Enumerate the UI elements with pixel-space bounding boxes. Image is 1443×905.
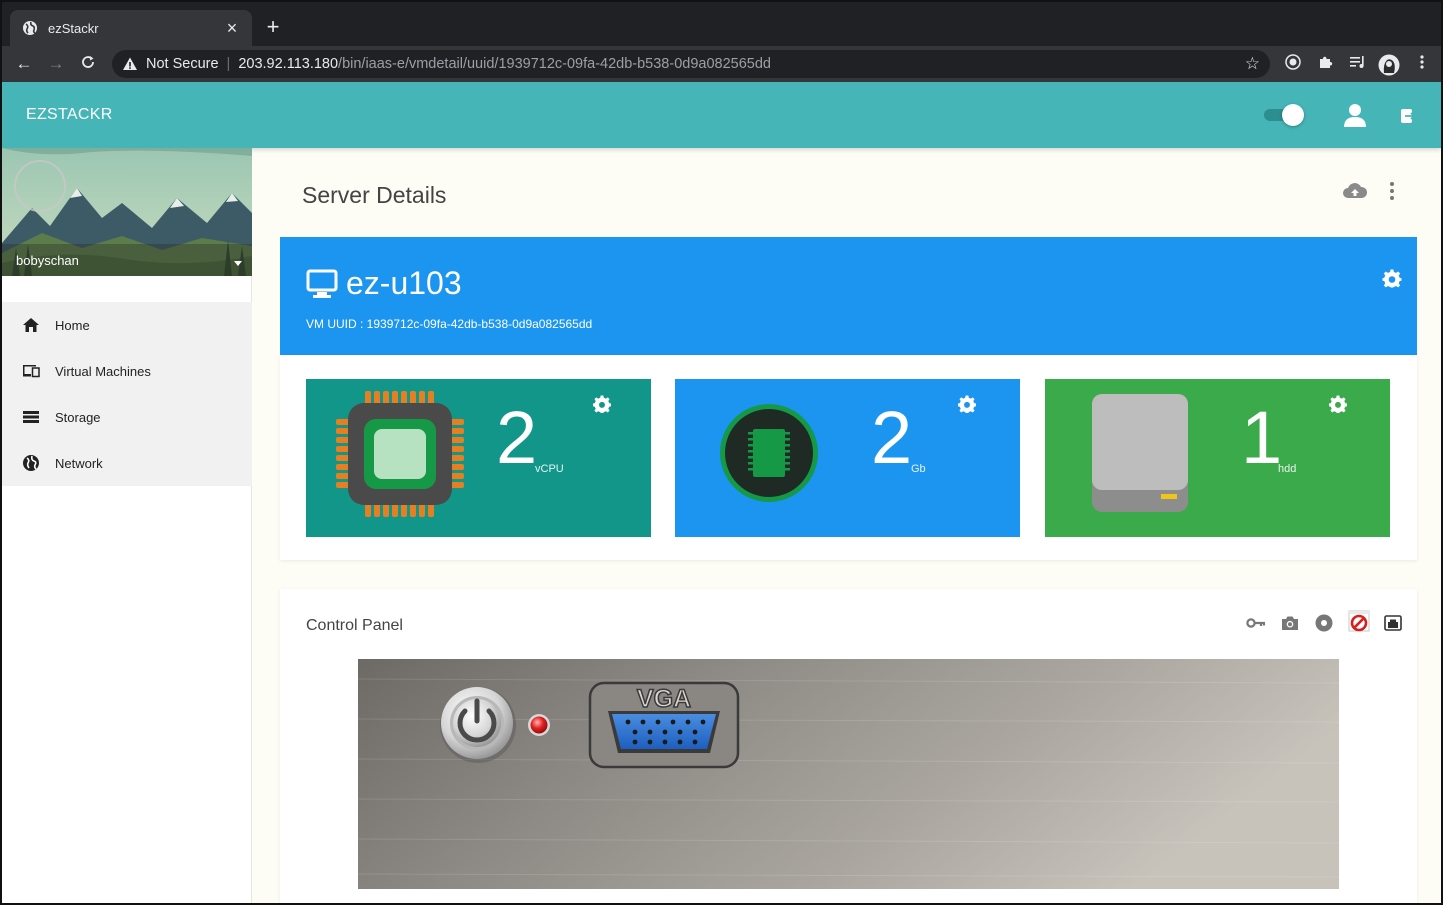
console-icon[interactable] [1383,613,1403,633]
brand-logo-text[interactable]: EZSTACKR [26,106,113,124]
sidebar-item-home[interactable]: Home [2,302,252,348]
power-led [530,716,548,734]
avatar[interactable] [14,160,66,212]
vcpu-value: 2 [496,396,538,479]
power-button[interactable] [440,687,516,763]
extensions-puzzle-icon[interactable] [1315,54,1337,75]
control-panel-title: Control Panel [306,617,403,634]
back-icon[interactable]: ← [8,54,40,74]
profile-banner: bobyschan [2,148,252,276]
forward-icon[interactable]: → [40,54,72,74]
hard-disk-icon [1092,394,1188,512]
devices-icon [23,365,40,378]
url-separator: | [226,56,231,72]
storage-icon [23,411,39,423]
browser-toolbar: ← → Not Secure | 203.92.113.180/bin/iaas… [2,46,1441,82]
vm-header-card: ez-u103 VM UUID : 1939712c-09fa-42db-b53… [280,237,1417,355]
profile-avatar[interactable] [1378,54,1400,81]
sidebar-item-label: Virtual Machines [55,363,151,379]
browser-tab-bar: ezStackr × + [2,2,1441,46]
sidebar-item-network[interactable]: Network [2,440,252,486]
chevron-down-icon[interactable] [234,261,242,266]
reload-icon[interactable] [72,54,104,75]
sidebar-item-label: Home [55,317,90,333]
gear-icon[interactable] [1382,269,1402,289]
vga-label: VGA [637,685,691,713]
vga-port[interactable]: VGA [588,681,740,769]
page-title: Server Details [302,182,447,208]
home-icon [23,318,39,332]
memory-unit: Gb [911,463,926,475]
vm-uuid: VM UUID : 1939712c-09fa-42db-b538-0d9a08… [306,317,593,331]
memory-card: 2 Gb [675,379,1020,537]
control-panel: Control Panel VGA [280,589,1417,903]
monitor-icon [306,269,338,298]
gear-icon[interactable] [958,395,976,413]
sidebar-menu: Home Virtual Machines Storage Network [2,302,252,486]
theme-toggle[interactable] [1264,104,1304,126]
sidebar-item-label: Storage [55,409,101,425]
sidebar: bobyschan Home Virtual Machines Storage … [2,148,252,903]
browser-window: ezStackr × + ← → Not Secure | 203.92.113… [0,0,1443,905]
memory-icon [720,404,818,502]
new-tab-button[interactable]: + [260,14,286,40]
gear-icon[interactable] [593,395,611,413]
server-console-panel[interactable]: VGA [358,659,1339,889]
resource-stats: 2 vCPU 2 Gb 1 hdd [280,355,1417,560]
tab-title: ezStackr [48,20,99,36]
gear-icon[interactable] [1329,395,1347,413]
warning-icon[interactable] [122,56,138,72]
memory-value: 2 [871,396,913,479]
bookmark-star-icon[interactable]: ☆ [1245,54,1260,74]
tab-close-button[interactable]: × [222,18,242,39]
key-icon[interactable] [1246,613,1266,633]
sidebar-item-virtual-machines[interactable]: Virtual Machines [2,348,252,394]
user-account-icon[interactable] [1342,102,1368,128]
globe-icon [23,21,37,35]
cpu-chip-icon [336,391,464,517]
app-header: EZSTACKR [2,82,1441,148]
security-label[interactable]: Not Secure [146,56,219,72]
disk-value: 1 [1241,396,1283,479]
browser-menu-icon[interactable] [1411,54,1433,75]
vm-name: ez-u103 [346,265,462,301]
toggle-knob [1282,104,1304,126]
url-host: 203.92.113.180 [238,56,339,72]
extension-record-icon[interactable] [1282,54,1304,75]
disc-icon[interactable] [1314,613,1334,633]
more-vert-icon[interactable] [1382,180,1402,202]
url-path: /bin/iaas-e/vmdetail/uuid/1939712c-09fa-… [338,56,771,72]
sidebar-item-label: Network [55,455,103,471]
globe-icon [23,455,39,471]
address-bar[interactable]: Not Secure | 203.92.113.180/bin/iaas-e/v… [112,50,1270,78]
vcpu-unit: vCPU [535,463,564,475]
disk-unit: hdd [1278,463,1297,475]
media-queue-icon[interactable] [1347,54,1369,75]
sidebar-item-storage[interactable]: Storage [2,394,252,440]
cloud-upload-icon[interactable] [1342,180,1368,202]
vcpu-card: 2 vCPU [306,379,651,537]
browser-tab[interactable]: ezStackr × [10,10,252,46]
no-access-icon[interactable] [1347,609,1371,633]
camera-icon[interactable] [1280,613,1300,633]
disk-card: 1 hdd [1045,379,1390,537]
logout-icon[interactable] [1400,108,1416,124]
username[interactable]: bobyschan [16,253,79,268]
